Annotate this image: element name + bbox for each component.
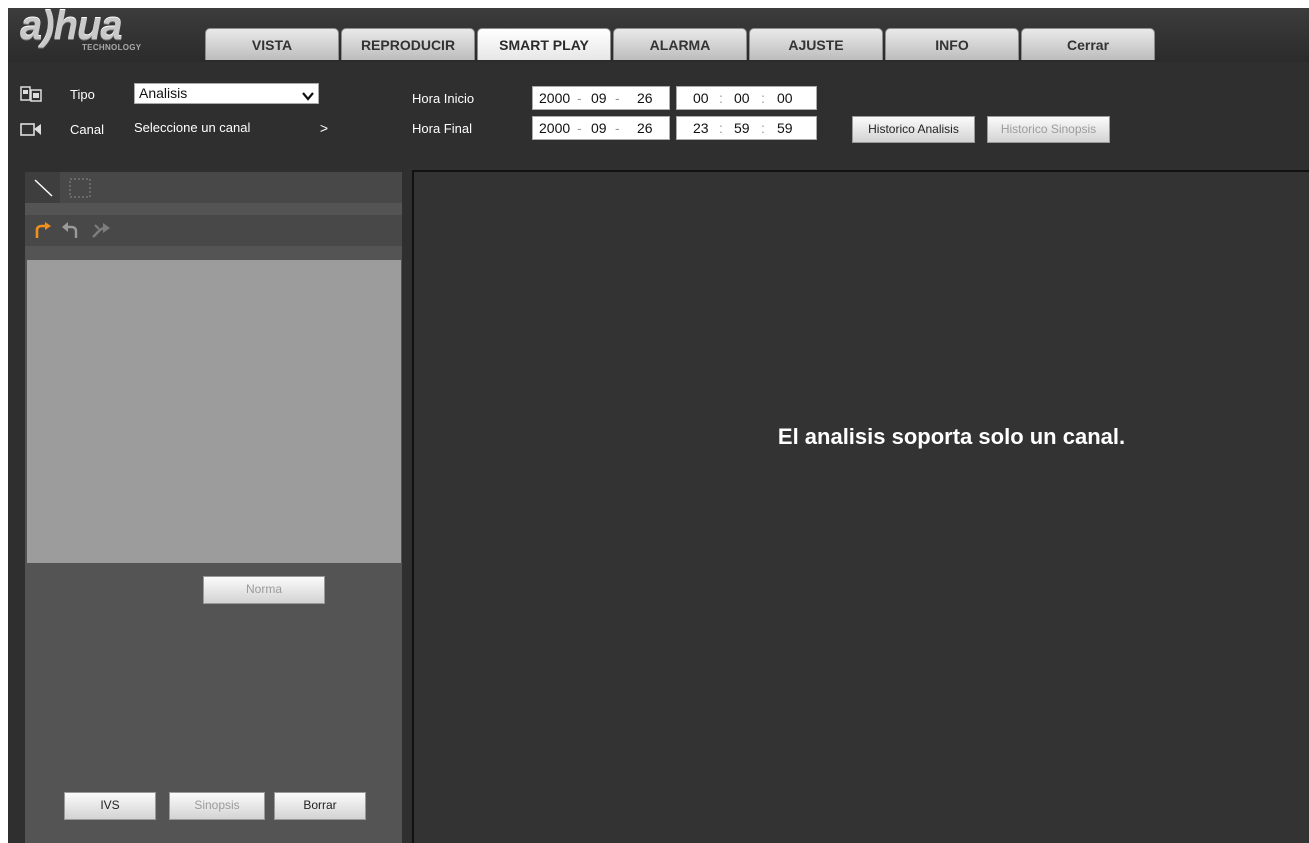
date-separator: - [577, 90, 582, 106]
rectangle-tool[interactable] [67, 176, 93, 200]
edit-toolbar [25, 215, 402, 246]
canal-select[interactable]: Seleccione un canal > [134, 118, 334, 138]
line-icon [34, 179, 53, 197]
borrar-button[interactable]: Borrar [274, 792, 366, 820]
tipo-select[interactable]: Analisis [134, 83, 319, 104]
start-hour[interactable]: 00 [693, 87, 709, 109]
draw-toolbar [25, 172, 402, 203]
historico-sinopsis-button[interactable]: Historico Sinopsis [987, 116, 1110, 143]
tab-alarma[interactable]: ALARMA [613, 28, 747, 60]
date-separator: - [615, 120, 620, 136]
tipo-label: Tipo [70, 87, 95, 102]
end-date-field[interactable]: 2000 - 09 - 26 [532, 116, 670, 140]
start-minute[interactable]: 00 [734, 87, 750, 109]
historico-analisis-button[interactable]: Historico Analisis [852, 116, 975, 143]
query-controls: Tipo Analisis Canal Seleccione un canal … [8, 62, 1309, 166]
tab-vista[interactable]: VISTA [205, 28, 339, 60]
canal-select-value: Seleccione un canal [134, 120, 251, 135]
date-separator: - [577, 120, 582, 136]
dahua-logo: a)hua TECHNOLOGY [18, 8, 198, 60]
time-separator: : [761, 90, 765, 106]
time-separator: : [719, 90, 723, 106]
tab-cerrar[interactable]: Cerrar [1021, 28, 1155, 60]
tab-info[interactable]: INFO [885, 28, 1019, 60]
app-window: a)hua TECHNOLOGY VISTA REPRODUCIR SMART … [8, 8, 1309, 843]
time-separator: : [761, 120, 765, 136]
rectangle-select-icon [69, 178, 91, 198]
header-bar: a)hua TECHNOLOGY VISTA REPRODUCIR SMART … [8, 8, 1309, 62]
viewer-message: El analisis soporta solo un canal. [777, 424, 1126, 449]
end-minute[interactable]: 59 [734, 117, 750, 139]
date-separator: - [615, 90, 620, 106]
start-second[interactable]: 00 [777, 87, 793, 109]
norma-button[interactable]: Norma [203, 576, 325, 604]
tab-ajuste[interactable]: AJUSTE [749, 28, 883, 60]
start-day[interactable]: 26 [637, 87, 653, 109]
start-date-field[interactable]: 2000 - 09 - 26 [532, 86, 670, 110]
redo-icon[interactable] [33, 221, 53, 242]
line-tool[interactable] [25, 172, 60, 203]
chevron-down-icon [302, 87, 314, 101]
ivs-button[interactable]: IVS [64, 792, 156, 820]
rule-drawing-panel: Norma IVS Sinopsis Borrar [25, 172, 402, 843]
time-separator: : [719, 120, 723, 136]
end-second[interactable]: 59 [777, 117, 793, 139]
end-hour[interactable]: 23 [693, 117, 709, 139]
canal-label: Canal [70, 122, 104, 137]
start-year[interactable]: 2000 [539, 87, 570, 109]
end-day[interactable]: 26 [637, 117, 653, 139]
tipo-select-value: Analisis [139, 85, 188, 101]
hora-inicio-label: Hora Inicio [412, 91, 475, 106]
clear-drawing-icon[interactable] [89, 221, 111, 242]
chevron-right-icon: > [319, 120, 328, 136]
end-year[interactable]: 2000 [539, 117, 570, 139]
drawing-canvas[interactable] [27, 260, 401, 563]
start-month[interactable]: 09 [591, 87, 607, 109]
hora-final-label: Hora Final [412, 121, 472, 136]
tab-reproducir[interactable]: REPRODUCIR [341, 28, 475, 60]
type-icon [20, 85, 42, 106]
end-month[interactable]: 09 [591, 117, 607, 139]
tab-smart-play[interactable]: SMART PLAY [477, 28, 611, 60]
video-viewer[interactable]: El analisis soporta solo un canal. [412, 170, 1309, 843]
start-time-field[interactable]: 00 : 00 : 00 [676, 86, 817, 110]
end-time-field[interactable]: 23 : 59 : 59 [676, 116, 817, 140]
sinopsis-button[interactable]: Sinopsis [169, 792, 265, 820]
logo-subtitle: TECHNOLOGY [82, 43, 142, 52]
undo-icon[interactable] [61, 221, 81, 242]
camera-icon [20, 121, 42, 140]
